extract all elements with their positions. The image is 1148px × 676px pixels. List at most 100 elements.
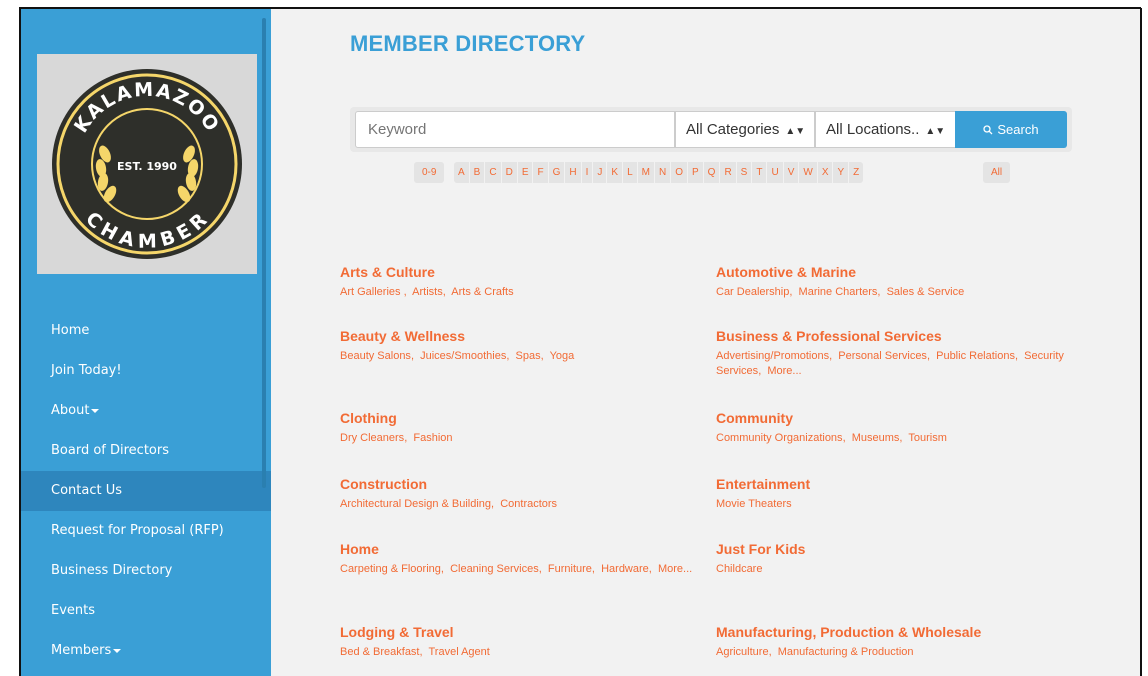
nav-item-home[interactable]: Home <box>21 311 271 351</box>
nav-item-about[interactable]: About <box>21 391 271 431</box>
alpha-link-f[interactable]: F <box>533 162 549 183</box>
category-title-link[interactable]: Construction <box>340 475 710 493</box>
alpha-link-g[interactable]: G <box>549 162 566 183</box>
category-select[interactable]: All Categories ▲▼ <box>675 111 815 148</box>
category-title-link[interactable]: Lodging & Travel <box>340 623 710 641</box>
alpha-link-q[interactable]: Q <box>704 162 721 183</box>
category-title-link[interactable]: Business & Professional Services <box>716 327 1086 345</box>
nav-item-contact-us[interactable]: Contact Us <box>21 471 271 511</box>
subcategory-link[interactable]: Yoga <box>550 350 575 362</box>
alpha-link-z[interactable]: Z <box>849 162 863 183</box>
subcategory-link[interactable]: Arts & Crafts <box>451 286 513 298</box>
subcategory-link[interactable]: Community Organizations <box>716 432 843 444</box>
subcategory-link[interactable]: Architectural Design & Building <box>340 498 491 510</box>
alpha-link-t[interactable]: T <box>752 162 768 183</box>
location-select[interactable]: All Locations.. ▲▼ <box>815 111 956 148</box>
category-title-link[interactable]: Arts & Culture <box>340 263 710 281</box>
subcategory-link[interactable]: Movie Theaters <box>716 498 792 510</box>
category-title-link[interactable]: Manufacturing, Production & Wholesale <box>716 623 1086 641</box>
category-block: Automotive & Marine Car Dealership, Marin… <box>716 263 1086 300</box>
alpha-link-m[interactable]: M <box>638 162 655 183</box>
nav-item-board-of-directors[interactable]: Board of Directors <box>21 431 271 471</box>
subcategory-link[interactable]: Spas <box>516 350 541 362</box>
subcategory-link[interactable]: Personal Services <box>838 350 927 362</box>
alpha-link-b[interactable]: B <box>470 162 486 183</box>
category-title-link[interactable]: Beauty & Wellness <box>340 327 710 345</box>
keyword-input[interactable] <box>355 111 675 148</box>
nav-item-business-directory[interactable]: Business Directory <box>21 551 271 591</box>
search-button[interactable]: Search <box>955 111 1067 148</box>
alpha-link-p[interactable]: P <box>688 162 704 183</box>
alpha-link-r[interactable]: R <box>720 162 737 183</box>
location-select-value: All Locations.. <box>826 121 920 138</box>
nav-item-rfp[interactable]: Request for Proposal (RFP) <box>21 511 271 551</box>
alpha-link-k[interactable]: K <box>607 162 624 183</box>
chamber-logo[interactable]: KALAMAZOO CHAMBER EST. 1990 <box>37 54 257 274</box>
nav-item-join-today[interactable]: Join Today! <box>21 351 271 391</box>
alpha-link-i[interactable]: I <box>582 162 594 183</box>
subcategory-separator: , <box>410 350 421 362</box>
subcategory-link[interactable]: Cleaning Services <box>450 563 539 575</box>
subcategory-link[interactable]: Marine Charters <box>799 286 878 298</box>
subcategory-link[interactable]: More... <box>767 365 801 377</box>
alpha-link-s[interactable]: S <box>737 162 753 183</box>
subcategory-separator: , <box>842 432 852 444</box>
alpha-link-v[interactable]: V <box>784 162 800 183</box>
alpha-link-d[interactable]: D <box>502 162 518 183</box>
subcategory-separator: , <box>758 365 768 377</box>
category-block: Arts & Culture Art Galleries , Artists, A… <box>340 263 710 300</box>
alpha-link-w[interactable]: W <box>799 162 818 183</box>
alpha-link-all[interactable]: All <box>983 162 1010 183</box>
subcategory-link[interactable]: Sales & Service <box>887 286 965 298</box>
alpha-link-h[interactable]: H <box>565 162 582 183</box>
alpha-link-j[interactable]: J <box>593 162 608 183</box>
subcategory-link[interactable]: Advertising/Promotions <box>716 350 829 362</box>
subcategory-link[interactable]: Fashion <box>413 432 452 444</box>
subcategory-link[interactable]: Museums <box>852 432 900 444</box>
category-title-link[interactable]: Automotive & Marine <box>716 263 1086 281</box>
nav-label: Board of Directors <box>51 443 169 458</box>
alpha-link-l[interactable]: L <box>623 162 638 183</box>
nav-item-members[interactable]: Members <box>21 631 271 671</box>
subcategory-link[interactable]: Travel Agent <box>428 646 489 658</box>
alpha-link-c[interactable]: C <box>485 162 502 183</box>
subcategory-link[interactable]: Beauty Salons <box>340 350 411 362</box>
subcategory-link[interactable]: Bed & Breakfast <box>340 646 420 658</box>
subcategory-link[interactable]: More... <box>658 563 692 575</box>
category-title-link[interactable]: Community <box>716 409 1086 427</box>
alpha-link-y[interactable]: Y <box>833 162 850 183</box>
category-title-link[interactable]: Entertainment <box>716 475 1086 493</box>
subcategory-link[interactable]: Manufacturing & Production <box>778 646 914 658</box>
alpha-link-0-9[interactable]: 0-9 <box>414 162 444 183</box>
sidebar-scrollbar[interactable] <box>262 18 266 488</box>
subcategory-link[interactable]: Juices/Smoothies <box>420 350 506 362</box>
subcategory-link[interactable]: Car Dealership <box>716 286 789 298</box>
select-updown-icon: ▲▼ <box>785 126 806 137</box>
alpha-link-x[interactable]: X <box>818 162 834 183</box>
subcategory-separator: , <box>540 350 550 362</box>
alpha-link-o[interactable]: O <box>671 162 688 183</box>
subcategory-link[interactable]: Childcare <box>716 563 762 575</box>
subcategory-separator: , <box>829 350 839 362</box>
subcategory-link[interactable]: Tourism <box>908 432 947 444</box>
subcategory-link[interactable]: Public Relations <box>936 350 1015 362</box>
subcategory-link[interactable]: Dry Cleaners <box>340 432 404 444</box>
subcategory-link[interactable]: Agriculture <box>716 646 769 658</box>
subcategory-link[interactable]: Contractors <box>500 498 557 510</box>
subcategory-link[interactable]: Furniture <box>548 563 592 575</box>
subcategory-link[interactable]: Carpeting & Flooring <box>340 563 441 575</box>
sidebar: KALAMAZOO CHAMBER EST. 1990 Home Join To… <box>21 9 271 676</box>
alpha-link-n[interactable]: N <box>655 162 672 183</box>
category-title-link[interactable]: Just For Kids <box>716 540 1086 558</box>
alpha-link-a[interactable]: A <box>454 162 470 183</box>
subcategory-link[interactable]: Artists <box>412 286 443 298</box>
alpha-link-u[interactable]: U <box>767 162 784 183</box>
subcategory-link[interactable]: Hardware <box>601 563 649 575</box>
category-title-link[interactable]: Home <box>340 540 710 558</box>
category-title-link[interactable]: Clothing <box>340 409 710 427</box>
nav-item-events[interactable]: Events <box>21 591 271 631</box>
category-block: Entertainment Movie Theaters <box>716 475 1086 512</box>
main-nav: Home Join Today! About Board of Director… <box>21 311 271 671</box>
alpha-link-e[interactable]: E <box>518 162 534 183</box>
subcategory-link[interactable]: Art Galleries <box>340 286 404 298</box>
